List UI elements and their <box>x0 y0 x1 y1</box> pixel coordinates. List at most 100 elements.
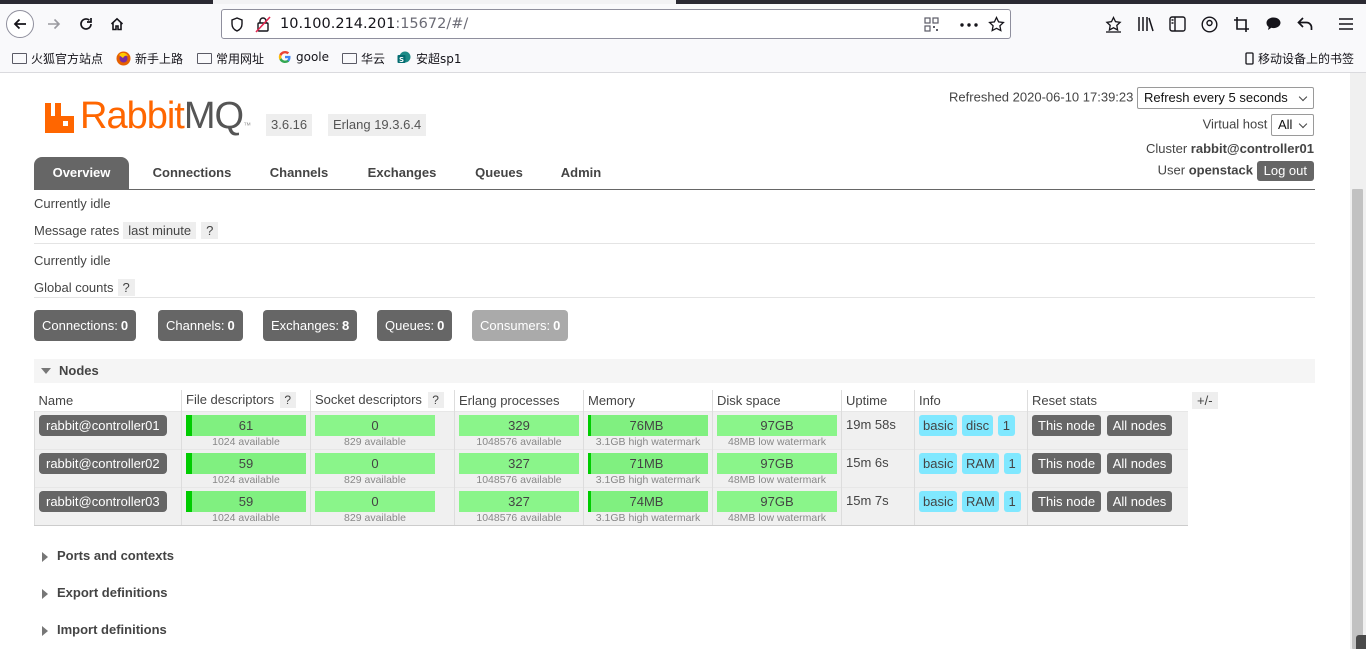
message-rates-range[interactable]: last minute <box>123 222 197 239</box>
url-text: 10.100.214.201:15672/#/ <box>280 16 469 32</box>
google-icon <box>278 51 291 63</box>
info-tag[interactable]: RAM <box>961 452 999 474</box>
bookmark-item[interactable]: 火狐官方站点 <box>12 50 103 67</box>
nodes-table: Name File descriptors ? Socket descripto… <box>34 390 1188 526</box>
chat-bubble-icon[interactable] <box>1265 16 1282 32</box>
memory-bar: 74MB <box>588 490 708 512</box>
queues-count[interactable]: Queues: 0 <box>377 310 453 341</box>
columns-toggle-button[interactable]: +/- <box>1192 392 1218 409</box>
undo-arrow-icon[interactable] <box>1297 16 1314 32</box>
cluster-info: Cluster rabbit@controller01 <box>1145 141 1314 156</box>
tab-overview[interactable]: Overview <box>34 157 129 189</box>
uptime: 15m 7s <box>841 486 915 526</box>
reload-button[interactable] <box>72 10 100 38</box>
reset-this-node-button[interactable]: This node <box>1032 414 1102 436</box>
bookmark-item[interactable]: 常用网址 <box>197 50 264 67</box>
sharepoint-icon: S <box>397 51 411 64</box>
exchanges-count[interactable]: Exchanges: 8 <box>263 310 358 341</box>
channels-count[interactable]: Channels: 0 <box>158 310 243 341</box>
folder-icon <box>197 53 212 64</box>
bookmark-item[interactable]: 新手上路 <box>116 50 183 67</box>
reset-this-node-button[interactable]: This node <box>1032 452 1102 474</box>
forward-button[interactable] <box>40 10 68 38</box>
tab-admin[interactable]: Admin <box>549 157 613 189</box>
reset-all-nodes-button[interactable]: All nodes <box>1106 490 1173 512</box>
socket-descriptors-bar: 0 <box>315 452 435 474</box>
global-counts-row: Global counts? <box>34 279 135 296</box>
help-icon[interactable]: ? <box>427 392 444 409</box>
bookmark-item[interactable]: goole <box>278 50 329 64</box>
reading-list-icon[interactable] <box>1105 16 1122 33</box>
table-row: rabbit@controller03 59 1024 available 0 82… <box>34 486 1188 526</box>
more-dots-icon[interactable] <box>960 23 978 27</box>
node-link[interactable]: rabbit@controller01 <box>39 414 167 436</box>
rabbitmq-management: RabbitMQ™ 3.6.16 Erlang 19.3.6.4 Refresh… <box>0 73 1350 649</box>
version-badge: 3.6.16 <box>266 114 313 136</box>
info-tag[interactable]: basic <box>919 414 958 436</box>
tab-exchanges[interactable]: Exchanges <box>354 157 450 189</box>
help-icon[interactable]: ? <box>201 222 219 239</box>
bookmarks-bar: 火狐官方站点 新手上路 常用网址 goole 华云 S 安超sp1 移动设备上的… <box>0 44 1366 73</box>
section-ports-and-contexts[interactable]: Ports and contexts <box>42 548 174 563</box>
info-tag[interactable]: basic <box>919 452 958 474</box>
section-export-definitions[interactable]: Export definitions <box>42 585 168 600</box>
column-header: Memory <box>583 390 713 411</box>
info-tag[interactable]: disc <box>961 414 994 436</box>
column-header: Uptime <box>841 390 915 411</box>
page-scrollbar[interactable] <box>1350 73 1366 649</box>
rabbitmq-logo-icon <box>45 103 74 133</box>
triangle-right-icon <box>42 588 48 599</box>
column-header: Disk space <box>712 390 842 411</box>
tab-connections[interactable]: Connections <box>139 157 245 189</box>
sidebar-icon[interactable] <box>1169 16 1186 32</box>
bookmark-item[interactable]: S 安超sp1 <box>397 50 462 67</box>
triangle-right-icon <box>42 625 48 636</box>
table-row: rabbit@controller01 61 1024 available 0 82… <box>34 410 1188 449</box>
erlang-processes-bar: 327 <box>459 490 579 512</box>
home-button[interactable] <box>103 10 131 38</box>
refresh-interval-select[interactable]: Refresh every 5 seconds <box>1137 87 1314 109</box>
disk-space-bar: 97GB <box>717 414 837 436</box>
info-tag[interactable]: basic <box>919 490 958 512</box>
qr-code-icon[interactable] <box>924 17 939 32</box>
help-icon[interactable]: ? <box>279 392 296 409</box>
virtual-host-select[interactable]: All <box>1271 114 1314 136</box>
reset-all-nodes-button[interactable]: All nodes <box>1106 452 1173 474</box>
rabbitmq-logo: RabbitMQ™ <box>44 97 251 145</box>
info-tag[interactable]: 1 <box>1003 452 1021 474</box>
library-icon[interactable] <box>1137 16 1155 32</box>
column-header: Info <box>914 390 1028 411</box>
message-rates-row: Message rates last minute? <box>34 222 219 239</box>
info-tag[interactable]: 1 <box>1003 490 1021 512</box>
back-button[interactable] <box>6 10 34 38</box>
account-icon[interactable] <box>1201 16 1218 33</box>
arrow-left-icon <box>13 18 26 30</box>
reset-all-nodes-button[interactable]: All nodes <box>1106 414 1173 436</box>
tab-queues[interactable]: Queues <box>462 157 536 189</box>
star-icon[interactable] <box>988 16 1005 33</box>
vhost-row: Virtual host All <box>1203 114 1314 136</box>
screenshot-crop-icon[interactable] <box>1233 16 1250 33</box>
nodes-section-header[interactable]: Nodes <box>34 359 1315 383</box>
socket-descriptors-bar: 0 <box>315 414 435 436</box>
firefox-icon <box>116 51 131 66</box>
folder-icon <box>12 53 27 64</box>
home-icon <box>110 17 124 31</box>
node-link[interactable]: rabbit@controller03 <box>39 490 167 512</box>
connections-count[interactable]: Connections: 0 <box>34 310 137 341</box>
help-icon[interactable]: ? <box>117 279 135 296</box>
url-bar[interactable]: 10.100.214.201:15672/#/ <box>221 9 1011 39</box>
mobile-bookmarks[interactable]: 移动设备上的书签 <box>1245 50 1354 67</box>
tab-channels[interactable]: Channels <box>256 157 342 189</box>
info-tag[interactable]: RAM <box>961 490 999 512</box>
table-row: rabbit@controller02 59 1024 available 0 82… <box>34 448 1188 487</box>
reset-this-node-button[interactable]: This node <box>1032 490 1102 512</box>
section-import-definitions[interactable]: Import definitions <box>42 622 167 637</box>
refresh-row: Refreshed 2020-06-10 17:39:23 Refresh ev… <box>949 87 1314 109</box>
node-link[interactable]: rabbit@controller02 <box>39 452 167 474</box>
bookmark-item[interactable]: 华云 <box>342 50 385 67</box>
consumers-count[interactable]: Consumers: 0 <box>472 310 569 341</box>
menu-icon[interactable] <box>1338 17 1354 31</box>
column-header: Name <box>34 390 182 411</box>
info-tag[interactable]: 1 <box>997 414 1015 436</box>
